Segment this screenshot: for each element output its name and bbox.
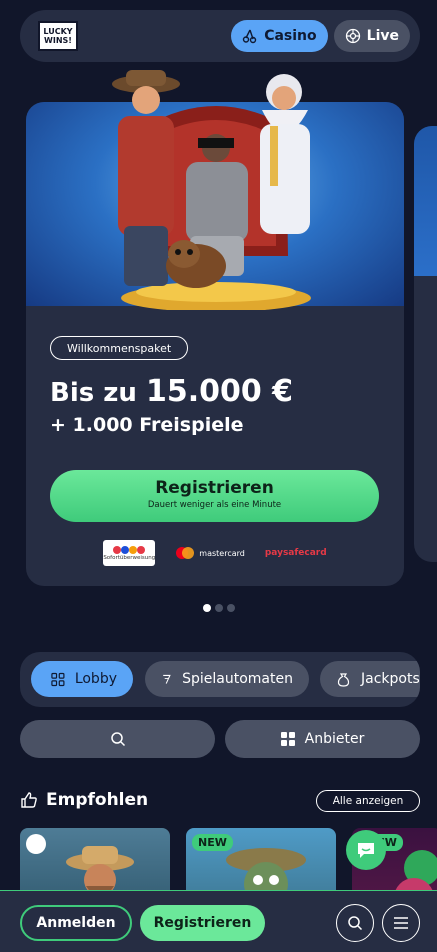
promo-register-label: Registrieren <box>155 478 274 498</box>
roulette-icon <box>345 28 360 44</box>
category-bar: Lobby Spielautomaten Jackpots <box>20 652 420 707</box>
payment-methods: Sofortüberweisung mastercard paysafecard <box>26 540 404 566</box>
promo-card-next[interactable] <box>414 126 437 562</box>
bottom-bar: Anmelden Registrieren <box>0 890 437 952</box>
logo-text-line1: LUCKY <box>43 27 73 36</box>
providers-label: Anbieter <box>304 731 365 747</box>
carousel-dot[interactable] <box>227 604 235 612</box>
promo-register-button[interactable]: Registrieren Dauert weniger als eine Min… <box>50 470 379 522</box>
grid-icon <box>51 672 65 686</box>
category-slots-label: Spielautomaten <box>182 671 293 687</box>
mastercard-label: mastercard <box>199 548 245 558</box>
section-title: Empfohlen <box>20 790 148 810</box>
promo-headline-prefix: Bis zu <box>50 378 137 408</box>
register-button[interactable]: Registrieren <box>140 905 265 941</box>
sofort-logo: Sofortüberweisung <box>103 540 156 566</box>
tab-live-label: Live <box>366 28 399 44</box>
search-icon <box>110 732 125 747</box>
category-lobby-label: Lobby <box>74 671 117 687</box>
sofort-label: Sofortüberweisung <box>103 555 156 561</box>
category-slots[interactable]: Spielautomaten <box>145 661 309 697</box>
search-button[interactable] <box>20 720 215 758</box>
promo-subheadline: + 1.000 Freispiele <box>50 414 244 436</box>
top-header: LUCKY WINS! Casino Live <box>20 10 420 62</box>
new-badge: NEW <box>192 834 233 851</box>
promo-register-sublabel: Dauert weniger als eine Minute <box>147 500 282 510</box>
category-jackpots[interactable]: Jackpots <box>320 661 420 697</box>
carousel-dot[interactable] <box>203 604 211 612</box>
chat-icon <box>358 843 374 858</box>
carousel-dot[interactable] <box>215 604 223 612</box>
promo-hero-illustration <box>112 70 311 310</box>
carousel-dots <box>203 604 235 612</box>
promo-tag: Willkommenspaket <box>50 336 189 360</box>
header-tabs: Casino Live <box>231 20 410 52</box>
category-lobby[interactable]: Lobby <box>31 661 133 697</box>
show-all-button[interactable]: Alle anzeigen <box>316 790 420 812</box>
bottom-search-button[interactable] <box>336 904 374 942</box>
thumbs-up-icon <box>21 792 37 808</box>
menu-button[interactable] <box>382 904 420 942</box>
section-title-label: Empfohlen <box>46 790 149 810</box>
grid-icon <box>280 732 295 746</box>
mastercard-logo: mastercard <box>175 547 245 559</box>
tab-live[interactable]: Live <box>333 20 410 52</box>
slot-icon <box>163 674 171 684</box>
login-button[interactable]: Anmelden <box>20 905 132 941</box>
providers-button[interactable]: Anbieter <box>225 720 420 758</box>
money-bag-icon <box>337 672 350 687</box>
cherries-icon <box>243 29 257 44</box>
brand-logo[interactable]: LUCKY WINS! <box>38 21 78 51</box>
tab-casino-label: Casino <box>264 28 317 44</box>
promo-headline-amount: 15.000 € <box>145 374 294 409</box>
category-jackpots-label: Jackpots <box>361 671 420 687</box>
search-icon <box>348 916 363 931</box>
promo-headline: Bis zu 15.000 € <box>50 374 293 409</box>
tab-casino[interactable]: Casino <box>231 20 328 52</box>
hamburger-menu-icon <box>394 917 408 929</box>
logo-text-line2: WINS! <box>44 36 72 45</box>
paysafecard-logo: paysafecard <box>264 548 327 558</box>
chat-button[interactable] <box>346 830 386 870</box>
